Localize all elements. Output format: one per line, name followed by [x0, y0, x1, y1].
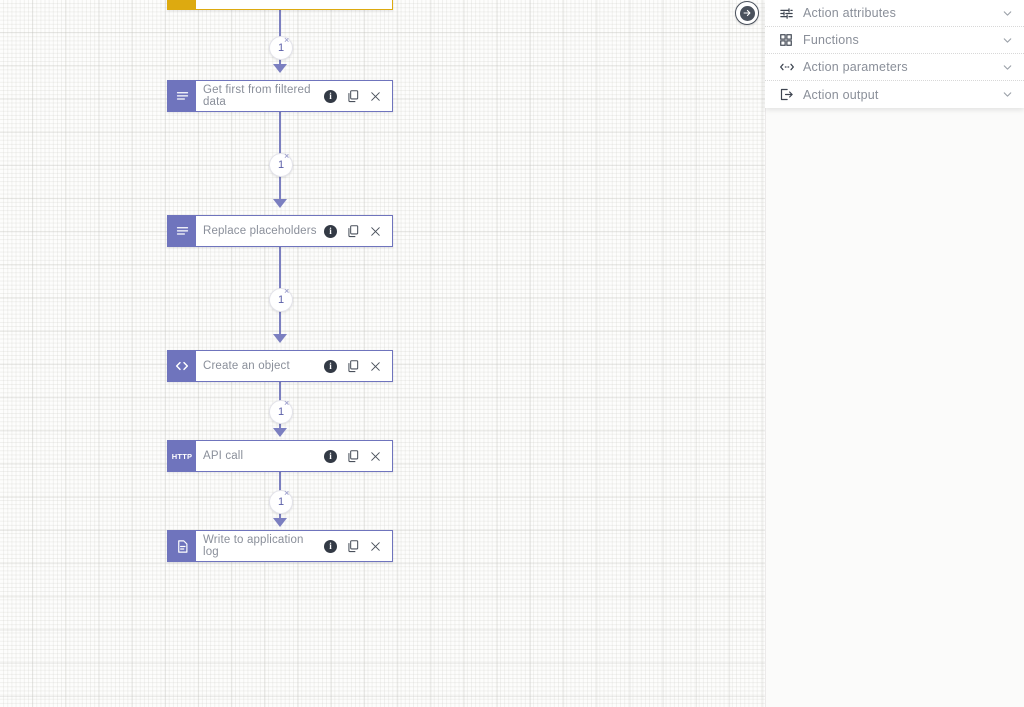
close-icon[interactable] [369, 360, 382, 373]
info-icon[interactable]: i [324, 89, 337, 103]
info-icon[interactable]: i [324, 224, 337, 238]
close-icon[interactable] [369, 225, 382, 238]
panel-row-label: Action attributes [803, 6, 897, 20]
node-actions: i [320, 351, 392, 381]
chevron-down-icon[interactable] [1001, 7, 1014, 20]
close-icon[interactable] [369, 90, 382, 103]
node-actions: i [320, 531, 392, 561]
edge-arrowhead-icon [273, 334, 287, 343]
panel-row-action-attributes[interactable]: Action attributes [765, 0, 1024, 27]
edge-arrowhead-icon [273, 428, 287, 437]
chevron-down-icon[interactable] [1001, 88, 1014, 101]
node-title-area: Get first from filtered data [196, 81, 320, 111]
code-brackets-icon [168, 351, 196, 381]
info-icon[interactable]: i [324, 359, 337, 373]
node-title: Write to application log [203, 533, 304, 559]
list-lines-icon [168, 81, 196, 111]
workflow-graph: 1 × 1 × 1 × 1 × 1 × Get first from filte… [0, 0, 765, 707]
panel-row-label: Action output [803, 87, 879, 102]
edge-count-badge[interactable]: 1 [269, 36, 293, 60]
document-lines-icon [168, 531, 196, 561]
workflow-node-trigger[interactable] [167, 0, 393, 10]
http-icon: HTTP [168, 441, 196, 471]
workflow-node-replace-placeholders[interactable]: Replace placeholders i [167, 215, 393, 247]
chevron-down-icon[interactable] [1001, 34, 1014, 47]
panel-row-functions[interactable]: Functions [765, 27, 1024, 54]
edge-count-badge[interactable]: 1 [269, 400, 293, 424]
workflow-editor: 1 × 1 × 1 × 1 × 1 × Get first from filte… [0, 0, 1024, 707]
workflow-node-write-to-application-log[interactable]: Write to application log i [167, 530, 393, 562]
node-title-area: API call [196, 441, 320, 471]
edge-remove-icon[interactable]: × [284, 152, 289, 161]
node-title: Replace placeholders [203, 224, 317, 237]
panel-row-action-parameters[interactable]: Action parameters [765, 54, 1024, 81]
edge-count-badge[interactable]: 1 [269, 288, 293, 312]
edge-remove-icon[interactable]: × [284, 489, 289, 498]
copy-icon[interactable] [346, 224, 360, 238]
node-title-area: Write to application log [196, 531, 320, 561]
chevron-down-icon[interactable] [1001, 61, 1014, 74]
export-box-arrow-icon [779, 87, 796, 102]
grid-squares-icon [779, 33, 796, 47]
edge-remove-icon[interactable]: × [284, 36, 289, 45]
arrow-right-circle-icon [739, 5, 755, 21]
copy-icon[interactable] [346, 359, 360, 373]
edge-arrowhead-icon [273, 199, 287, 208]
edge-remove-icon[interactable]: × [284, 287, 289, 296]
node-title: Create an object [203, 359, 290, 372]
close-icon[interactable] [369, 540, 382, 553]
node-actions: i [320, 216, 392, 246]
copy-icon[interactable] [346, 539, 360, 553]
workflow-node-api-call[interactable]: HTTP API call i [167, 440, 393, 472]
close-icon[interactable] [369, 450, 382, 463]
node-actions: i [320, 81, 392, 111]
panel-row-label: Action parameters [803, 60, 908, 74]
code-arrows-icon [779, 59, 796, 75]
panel-row-label: Functions [803, 33, 859, 47]
edge-arrowhead-icon [273, 64, 287, 73]
workflow-node-create-an-object[interactable]: Create an object i [167, 350, 393, 382]
info-icon[interactable]: i [324, 539, 337, 553]
edge-count-badge[interactable]: 1 [269, 490, 293, 514]
node-title: Get first from filtered data [203, 83, 311, 109]
node-title: API call [203, 449, 244, 462]
workflow-node-get-first-from-filtered-data[interactable]: Get first from filtered data i [167, 80, 393, 112]
trigger-icon [168, 0, 196, 9]
copy-icon[interactable] [346, 449, 360, 463]
node-actions: i [320, 441, 392, 471]
tune-sliders-icon [779, 6, 796, 21]
edge-remove-icon[interactable]: × [284, 399, 289, 408]
edge-count-badge[interactable]: 1 [269, 153, 293, 177]
edge-arrowhead-icon [273, 518, 287, 527]
node-title-area: Create an object [196, 351, 320, 381]
info-icon[interactable]: i [324, 449, 337, 463]
panel-row-action-output[interactable]: Action output [765, 81, 1024, 108]
right-side-panel: Action attributes Functions Action param… [765, 0, 1024, 108]
node-title-area [196, 0, 392, 9]
node-title-area: Replace placeholders [196, 216, 320, 246]
collapse-panel-button[interactable] [735, 1, 759, 25]
list-lines-icon [168, 216, 196, 246]
copy-icon[interactable] [346, 89, 360, 103]
